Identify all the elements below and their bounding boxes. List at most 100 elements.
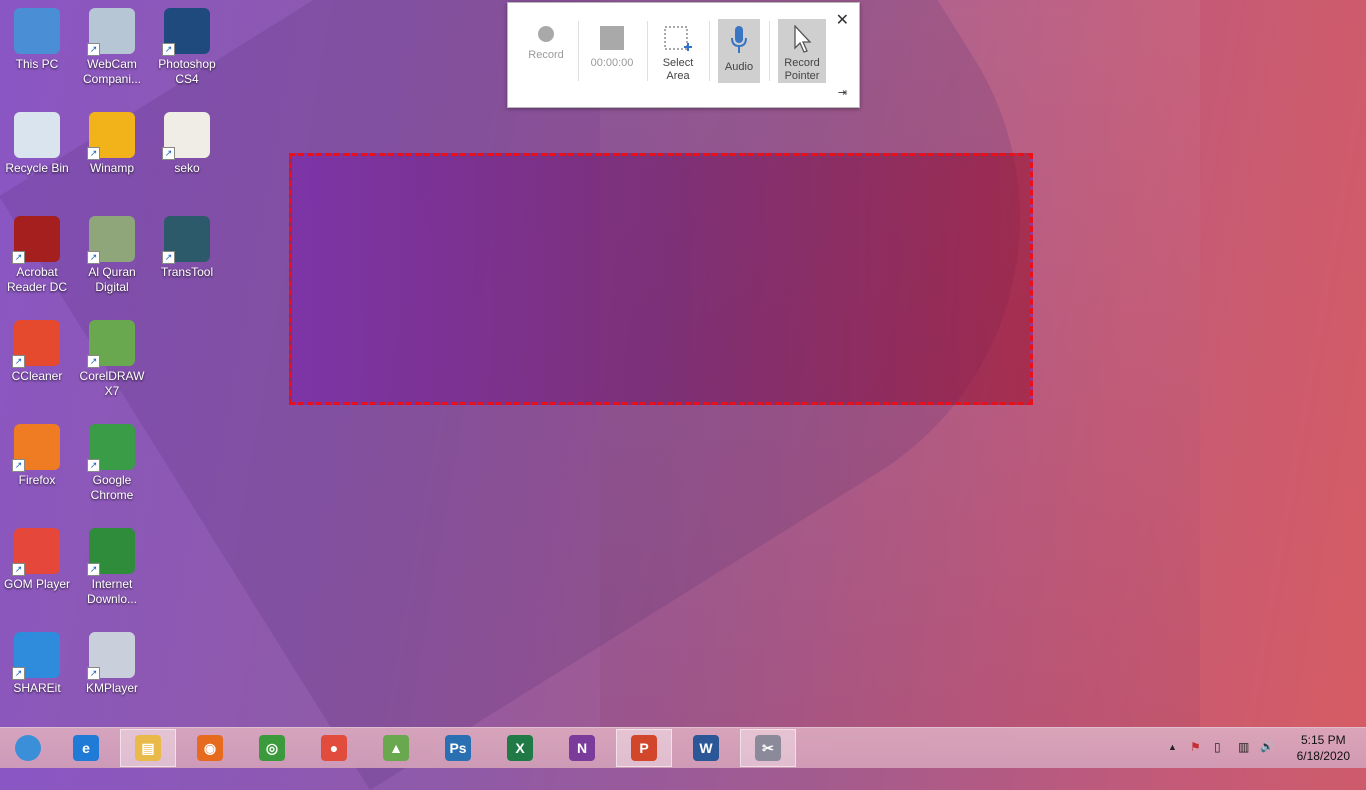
taskbar-excel[interactable]: X [492,729,548,767]
taskbar-firefox[interactable]: ◉ [182,729,238,767]
desktop-icon-label: GOM Player [3,577,70,591]
desktop-icon-winamp[interactable]: ↗ Winamp [75,106,149,176]
shortcut-arrow-icon: ↗ [87,355,100,368]
desktop-icon-shareit[interactable]: ↗ SHAREit [0,626,74,696]
volume-icon[interactable]: 🔊 [1260,740,1274,753]
shortcut-arrow-icon: ↗ [87,251,100,264]
firefox-icon: ◉ [197,735,223,761]
gom-player-icon: ● [321,735,347,761]
desktop-icon-label: KMPlayer [85,681,138,695]
taskbar-onenote[interactable]: N [554,729,610,767]
power-icon[interactable]: ▯ [1214,740,1221,754]
quran-icon: ↗ [87,216,135,264]
snipping-tool-icon: ✂ [755,735,781,761]
desktop-icon-label: Recycle Bin [5,161,69,175]
powerpoint-icon: P [631,735,657,761]
shortcut-arrow-icon: ↗ [162,43,175,56]
chrome-icon: ◎ [259,735,285,761]
taskbar: e ▤ ◉ ◎ ● ▲ Ps X N P W ✂ ▲ ⚑ ▯ ▥ 🔊 5:15 PM 6/18/202… [0,727,1366,768]
desktop-icon-transtool[interactable]: ↗ TransTool [150,210,224,280]
microphone-icon [731,26,747,53]
taskbar-file-explorer[interactable]: ▤ [120,729,176,767]
network-icon[interactable]: ▥ [1238,740,1249,754]
separator [578,21,579,81]
clock-date: 6/18/2020 [1296,749,1350,763]
shortcut-arrow-icon: ↗ [162,251,175,264]
desktop-icon-webcam[interactable]: ↗ WebCam Compani... [75,2,149,87]
separator [769,21,770,81]
desktop-icon-label: Firefox [18,473,56,487]
desktop-icon-internet-download-manager[interactable]: ↗ Internet Downlo... [75,522,149,607]
coreldraw-icon: ▲ [383,735,409,761]
clock-time: 5:15 PM [1300,733,1346,747]
pointer-icon [794,25,812,53]
shortcut-arrow-icon: ↗ [12,355,25,368]
desktop-icon-computer[interactable]: This PC [0,2,74,72]
taskbar-powerpoint[interactable]: P [616,729,672,767]
desktop-icon-chrome[interactable]: ↗ Google Chrome [75,418,149,503]
close-icon[interactable]: ✕ [836,10,849,30]
desktop-icon-kmplayer[interactable]: ↗ KMPlayer [75,626,149,696]
desktop-icon-recycle-bin[interactable]: Recycle Bin [0,106,74,176]
desktop-icon-label: Winamp [89,161,134,175]
taskbar-snipping-tool[interactable]: ✂ [740,729,796,767]
desktop-icon-label: Al Quran Digital [88,265,136,294]
separator [709,21,710,81]
powerpoint-file-icon: ↗ [162,112,210,160]
taskbar-coreldraw[interactable]: ▲ [368,729,424,767]
desktop-icon-gom-player[interactable]: ↗ GOM Player [0,522,74,592]
clock[interactable]: 5:15 PM 6/18/2020 [1297,732,1350,764]
kmplayer-icon: ↗ [87,632,135,680]
show-hidden-icons-chevron-icon[interactable]: ▲ [1168,742,1177,752]
desktop-icon-coreldraw[interactable]: ↗ CorelDRAW X7 [75,314,149,399]
desktop-icon-photoshop[interactable]: ↗ Photoshop CS4 [150,2,224,87]
audio-label: Audio [724,61,754,73]
desktop-icon-label: Google Chrome [90,473,134,502]
record-icon [538,26,554,42]
record-pointer-label: Record Pointer [784,57,820,82]
record-pointer-toggle[interactable]: Record Pointer [778,19,826,83]
photoshop-icon: Ps [445,735,471,761]
timer: 00:00:00 [590,57,634,69]
desktop-icon-label: SHAREit [13,681,61,695]
pin-icon[interactable]: ⇥ [838,86,847,99]
taskbar-photoshop[interactable]: Ps [430,729,486,767]
stop-button[interactable]: 00:00:00 [586,19,638,83]
onenote-icon: N [569,735,595,761]
capture-selection-area[interactable] [289,153,1033,405]
shortcut-arrow-icon: ↗ [12,459,25,472]
shortcut-arrow-icon: ↗ [12,251,25,264]
coreldraw-icon: ↗ [87,320,135,368]
firefox-icon: ↗ [12,424,60,472]
taskbar-start-button[interactable] [0,729,56,767]
shortcut-arrow-icon: ↗ [87,147,100,160]
desktop-icon-label: Internet Downlo... [86,577,138,606]
taskbar-internet-explorer[interactable]: e [58,729,114,767]
desktop-icon-label: Acrobat Reader DC [6,265,68,294]
shortcut-arrow-icon: ↗ [162,147,175,160]
recycle-bin-icon [14,112,60,158]
record-button[interactable]: Record [522,19,570,83]
acrobat-icon: ↗ [12,216,60,264]
desktop-icon-acrobat[interactable]: ↗ Acrobat Reader DC [0,210,74,295]
shareit-icon: ↗ [12,632,60,680]
desktop-icon-quran[interactable]: ↗ Al Quran Digital [75,210,149,295]
desktop-icon-label: CCleaner [11,369,63,383]
desktop-icon-ccleaner[interactable]: ↗ CCleaner [0,314,74,384]
gom-player-icon: ↗ [12,528,60,576]
audio-toggle[interactable]: Audio [718,19,760,83]
system-tray: ▲ ⚑ ▯ ▥ 🔊 5:15 PM 6/18/2020 [1166,728,1366,768]
webcam-icon: ↗ [87,8,135,56]
shortcut-arrow-icon: ↗ [87,43,100,56]
select-area-button[interactable]: Select Area [654,19,702,83]
shortcut-arrow-icon: ↗ [87,459,100,472]
taskbar-word[interactable]: W [678,729,734,767]
separator [647,21,648,81]
desktop-icon-label: WebCam Compani... [82,57,142,86]
desktop-icon-powerpoint-file[interactable]: ↗ seko [150,106,224,176]
action-center-flag-icon[interactable]: ⚑ [1190,740,1201,754]
desktop-icon-firefox[interactable]: ↗ Firefox [0,418,74,488]
taskbar-gom-player[interactable]: ● [306,729,362,767]
shortcut-arrow-icon: ↗ [87,563,100,576]
taskbar-chrome[interactable]: ◎ [244,729,300,767]
